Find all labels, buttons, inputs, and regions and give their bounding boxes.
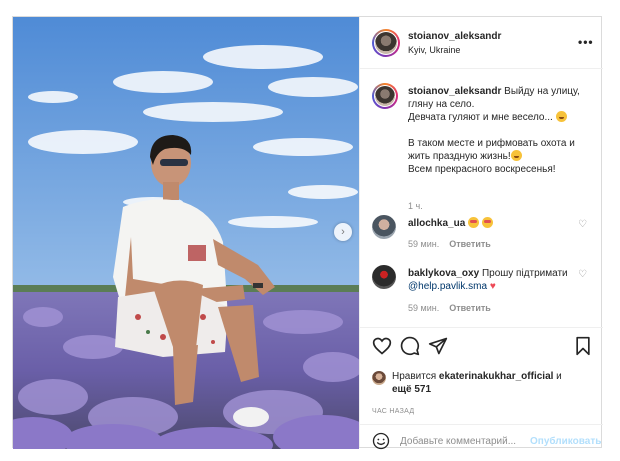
comment-body: allochka_ua xyxy=(408,217,573,230)
comment-like-heart-icon[interactable]: ♡ xyxy=(578,219,587,230)
add-comment-bar: Опубликовать xyxy=(360,424,603,458)
comment-text: Прошу підтримати xyxy=(479,268,568,279)
comment-mention-link[interactable]: @help.pavlik.sma xyxy=(408,281,487,292)
next-photo-button[interactable]: › xyxy=(334,223,352,241)
comment-time[interactable]: 59 мин. xyxy=(408,303,439,313)
likes-others-count[interactable]: ещё 571 xyxy=(392,384,431,395)
share-paper-plane-icon[interactable] xyxy=(428,336,448,356)
caption-line-2: Девчата гуляют и мне весело... xyxy=(408,112,553,123)
instagram-post: › stoianov_aleksandr Kyiv, Ukraine ••• s… xyxy=(12,16,603,451)
comment-username[interactable]: allochka_ua xyxy=(408,218,465,229)
more-horizontal-icon[interactable]: ••• xyxy=(578,35,594,49)
post-photo[interactable]: › xyxy=(13,17,359,449)
comment-meta: 59 мин. Ответить xyxy=(408,239,501,249)
reply-button[interactable]: Ответить xyxy=(449,303,491,313)
post-actions: Нравится ekaterinakukhar_official и ещё … xyxy=(360,327,603,451)
comment-body: baklykova_oxy Прошу підтримати @help.pav… xyxy=(408,267,573,293)
grinning-emoji-icon xyxy=(555,111,567,122)
liker-avatar[interactable] xyxy=(372,371,386,385)
photo-image xyxy=(13,17,359,449)
liker-username[interactable]: ekaterinakukhar_official xyxy=(439,371,554,382)
emoji-smile-icon[interactable] xyxy=(372,432,390,450)
comment-username[interactable]: baklykova_oxy xyxy=(408,268,479,279)
comment-avatar[interactable] xyxy=(372,215,396,239)
publish-button[interactable]: Опубликовать xyxy=(530,436,601,447)
post-side-panel: stoianov_aleksandr Kyiv, Ukraine ••• sto… xyxy=(359,17,603,451)
save-bookmark-icon[interactable] xyxy=(573,336,593,356)
comment-avatar[interactable] xyxy=(372,265,396,289)
caption-line-3: В таком месте и рифмовать охота и жить п… xyxy=(408,138,575,162)
author-avatar[interactable] xyxy=(372,29,400,57)
likes-middle: и xyxy=(553,371,562,382)
star-eyes-emoji-icon xyxy=(481,217,493,228)
caption-avatar[interactable] xyxy=(372,83,398,109)
tongue-emoji-icon xyxy=(510,150,522,161)
star-eyes-emoji-icon xyxy=(468,217,480,228)
caption-time[interactable]: 1 ч. xyxy=(408,201,423,211)
comment-like-heart-icon[interactable]: ♡ xyxy=(578,269,587,280)
comment-meta: 59 мин. Ответить xyxy=(408,303,501,313)
reply-button[interactable]: Ответить xyxy=(449,239,491,249)
likes-text: Нравится ekaterinakukhar_official и ещё … xyxy=(392,370,592,396)
post-location[interactable]: Kyiv, Ukraine xyxy=(408,45,460,55)
likes-prefix: Нравится xyxy=(392,371,439,382)
red-heart-emoji-icon: ♥ xyxy=(489,281,496,292)
caption-username[interactable]: stoianov_aleksandr xyxy=(408,86,501,97)
author-username[interactable]: stoianov_aleksandr xyxy=(408,31,501,42)
caption-line-4: Всем прекрасного воскресенья! xyxy=(408,164,556,175)
comment-bubble-icon[interactable] xyxy=(400,336,420,356)
post-header: stoianov_aleksandr Kyiv, Ukraine ••• xyxy=(360,17,603,69)
caption-text: stoianov_aleksandr Выйду на улицу, гляну… xyxy=(408,85,598,176)
comment-input[interactable] xyxy=(400,431,525,451)
like-heart-icon[interactable] xyxy=(372,336,392,356)
post-time[interactable]: ЧАС НАЗАД xyxy=(372,408,414,415)
comment-time[interactable]: 59 мин. xyxy=(408,239,439,249)
